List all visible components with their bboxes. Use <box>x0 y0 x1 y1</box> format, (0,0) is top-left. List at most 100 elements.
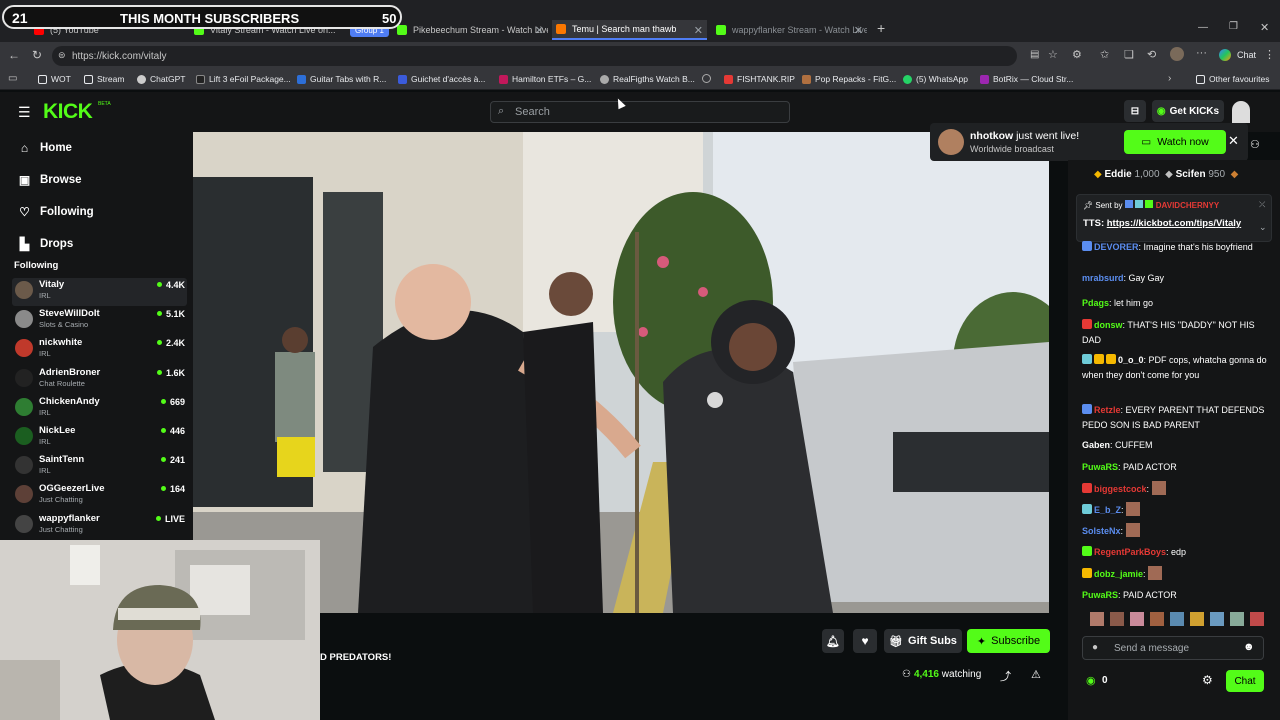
theater-mode-icon[interactable]: ⊟ <box>1124 100 1146 122</box>
followed-channel-sainttenn[interactable]: SaintTenn IRL 241 <box>12 453 187 481</box>
reload-icon[interactable]: ↻ <box>32 48 42 62</box>
hamburger-menu-icon[interactable]: ☰ <box>18 104 31 121</box>
chat-message-input[interactable]: ● Send a message ☻ <box>1082 636 1264 660</box>
chat-username[interactable]: E_b_Z <box>1094 505 1121 515</box>
followed-channel-adrienbroner[interactable]: AdrienBroner Chat Roulette 1.6K <box>12 366 187 394</box>
more-menu-icon[interactable]: ··· <box>1196 47 1207 59</box>
chat-username[interactable]: Gaben <box>1082 440 1110 450</box>
bookmark-whatsapp[interactable]: (5) WhatsApp <box>903 74 968 84</box>
tts-link[interactable]: https://kickbot.com/tips/Vitaly <box>1107 218 1241 229</box>
close-icon[interactable]: ✕ <box>854 24 863 37</box>
follow-heart-icon[interactable]: ♥ <box>853 629 877 653</box>
nav-following[interactable]: ♡ Following <box>18 205 94 219</box>
emote[interactable] <box>1150 612 1164 626</box>
emote[interactable] <box>1230 612 1244 626</box>
copilot-chat-label[interactable]: Chat <box>1237 50 1256 60</box>
reader-icon[interactable]: ▤ <box>1030 49 1039 60</box>
chat-username[interactable]: biggestcock <box>1094 484 1147 494</box>
bookmark-fishtank[interactable]: FISHTANK.RIP <box>724 74 795 84</box>
history-icon[interactable]: ⟲ <box>1147 48 1156 61</box>
sidebar-pin-icon[interactable]: ⋮ <box>1264 48 1275 61</box>
chat-settings-gear-icon[interactable]: ⚙ <box>1202 673 1213 687</box>
search-input[interactable]: ⌕ Search <box>490 101 790 123</box>
emote[interactable] <box>1130 612 1144 626</box>
new-tab-icon[interactable]: + <box>877 20 885 36</box>
tab-wappyflanker[interactable]: wappyflanker Stream - Watch Live ✕ <box>712 20 867 40</box>
bookmark-globe[interactable] <box>702 74 715 83</box>
window-close-icon[interactable]: ✕ <box>1260 21 1269 34</box>
watch-now-button[interactable]: ▭ Watch now <box>1124 130 1226 154</box>
chat-username[interactable]: mrabsurd <box>1082 273 1124 283</box>
chat-users-icon[interactable]: ⚇ <box>1250 138 1260 151</box>
user-avatar[interactable] <box>1232 101 1250 123</box>
bookmark-lift[interactable]: Lift 3 eFoil Package... <box>196 74 291 84</box>
report-icon[interactable]: ⚠ <box>1031 668 1041 681</box>
bookmark-pop-repacks[interactable]: Pop Repacks - FitG... <box>802 74 896 84</box>
followed-channel-stevewilldoit[interactable]: SteveWillDoIt Slots & Casino 5.1K <box>12 307 187 335</box>
extensions-icon[interactable]: ⚙ <box>1072 48 1082 61</box>
bookmark-hamilton[interactable]: Hamilton ETFs – G... <box>499 74 591 84</box>
emote[interactable] <box>1190 612 1204 626</box>
chat-username[interactable]: dobz_jamie <box>1094 569 1143 579</box>
favorites-icon[interactable]: ✩ <box>1100 48 1109 61</box>
bookmark-guitar-tabs[interactable]: Guitar Tabs with R... <box>297 74 386 84</box>
chat-username[interactable]: donsw <box>1094 320 1123 330</box>
get-kicks-button[interactable]: ◉ Get KICKs <box>1152 100 1224 122</box>
share-icon[interactable]: ⤴ <box>1000 668 1011 684</box>
chat-username[interactable]: RegentParkBoys <box>1094 547 1166 557</box>
bookmark-realfights[interactable]: RealFigths Watch B... <box>600 74 695 84</box>
chat-username[interactable]: 0_o_0 <box>1118 355 1144 365</box>
favorite-star-icon[interactable]: ☆ <box>1048 48 1058 61</box>
back-icon[interactable]: ← <box>8 48 20 62</box>
bookmark-chatgpt[interactable]: ChatGPT <box>137 74 185 84</box>
copilot-icon[interactable] <box>1219 49 1231 61</box>
bookmark-wot[interactable]: WOT <box>38 74 71 84</box>
followed-channel-wappyflanker[interactable]: wappyflanker Just Chatting LIVE <box>12 512 187 540</box>
collections-icon[interactable]: ❏ <box>1124 48 1134 61</box>
chat-username[interactable]: PuwaRS <box>1082 590 1118 600</box>
video-player[interactable] <box>193 132 1049 613</box>
app-launcher-icon[interactable]: ▭ <box>8 73 17 84</box>
url-field[interactable]: ⊜ https://kick.com/vitaly <box>52 46 1017 66</box>
bookmark-guichet[interactable]: Guichet d'accès à... <box>398 74 485 84</box>
profile-avatar[interactable] <box>1170 47 1184 61</box>
gift-subs-button[interactable]: 🎁︎ Gift Subs <box>884 629 962 653</box>
emote[interactable] <box>1170 612 1184 626</box>
nav-browse[interactable]: ▣ Browse <box>18 173 82 187</box>
followed-channel-nicklee[interactable]: NickLee IRL 446 <box>12 424 187 452</box>
emoji-picker-icon[interactable]: ☻ <box>1243 641 1255 653</box>
chat-username[interactable]: SolsteNx <box>1082 526 1121 536</box>
nav-home[interactable]: ⌂ Home <box>18 141 72 155</box>
expand-chevron-icon[interactable]: ⌄ <box>1259 222 1267 233</box>
subscribe-button[interactable]: ✦ Subscribe <box>967 629 1050 653</box>
nav-drops[interactable]: ▙ Drops <box>18 237 73 251</box>
followed-channel-oggeezerlive[interactable]: OGGeezerLive Just Chatting 164 <box>12 482 187 510</box>
close-icon[interactable]: ✕ <box>694 24 703 37</box>
kick-logo[interactable]: KICK <box>43 100 93 124</box>
followed-channel-nickwhite[interactable]: nickwhite IRL 2.4K <box>12 336 187 364</box>
tab-pikebeechum[interactable]: Pikebeechum Stream - Watch Live ✕ <box>393 20 548 40</box>
emote[interactable] <box>1250 612 1264 626</box>
chat-username[interactable]: Pdags <box>1082 298 1109 308</box>
bookmark-stream[interactable]: Stream <box>84 74 124 84</box>
tab-temu[interactable]: Temu | Search man thawb ✕ <box>552 20 707 40</box>
followed-channel-chickenandy[interactable]: ChickenAndy IRL 669 <box>12 395 187 423</box>
unpin-icon[interactable]: ⤫ <box>1259 200 1265 210</box>
emote[interactable] <box>1090 612 1104 626</box>
chat-username[interactable]: Retzle <box>1094 405 1121 415</box>
chat-username[interactable]: DEVORER <box>1094 242 1139 252</box>
notification-close-icon[interactable]: ✕ <box>1228 133 1239 149</box>
site-info-icon[interactable]: ⊜ <box>58 50 66 61</box>
chevron-right-icon[interactable]: › <box>1168 73 1171 84</box>
send-chat-button[interactable]: Chat <box>1226 670 1264 692</box>
emote[interactable] <box>1210 612 1224 626</box>
followed-channel-vitaly[interactable]: Vitaly IRL 4.4K <box>12 278 187 306</box>
emote[interactable] <box>1110 612 1124 626</box>
chat-username[interactable]: PuwaRS <box>1082 462 1118 472</box>
bookmark-other-favourites[interactable]: Other favourites <box>1196 74 1269 84</box>
minimize-icon[interactable]: — <box>1198 22 1208 33</box>
maximize-icon[interactable]: ❐ <box>1229 21 1238 32</box>
close-icon[interactable]: ✕ <box>535 24 544 37</box>
bookmark-botrix[interactable]: BotRix — Cloud Str... <box>980 74 1073 84</box>
notification-bell-icon[interactable]: 🔔︎ <box>822 629 844 653</box>
